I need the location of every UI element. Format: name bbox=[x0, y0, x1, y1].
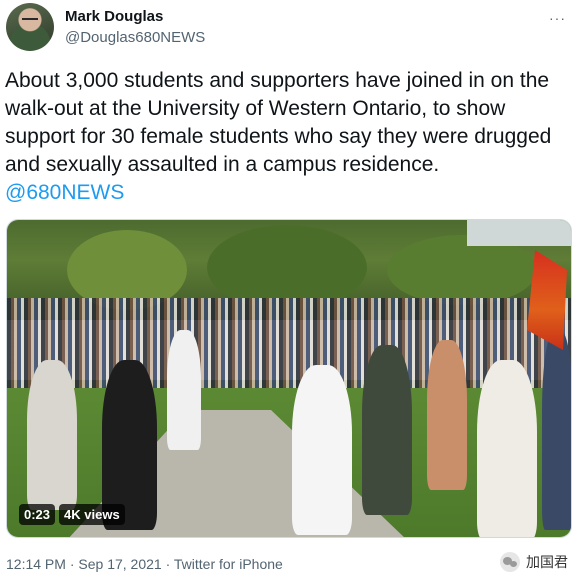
person bbox=[477, 360, 537, 537]
avatar[interactable] bbox=[6, 3, 54, 51]
person bbox=[427, 340, 467, 490]
person bbox=[542, 330, 571, 530]
separator: · bbox=[69, 556, 75, 572]
person bbox=[292, 365, 352, 535]
person bbox=[27, 360, 77, 510]
mention-link[interactable]: @680NEWS bbox=[5, 181, 124, 204]
tweet-date[interactable]: Sep 17, 2021 bbox=[78, 556, 161, 572]
video-player[interactable]: 0:23 4K views bbox=[6, 219, 572, 538]
person bbox=[362, 345, 412, 515]
wechat-icon bbox=[500, 552, 520, 572]
tweet-header: Mark Douglas @Douglas680NEWS ··· bbox=[6, 3, 572, 53]
tweet-footer: 12:14 PM · Sep 17, 2021 · Twitter for iP… bbox=[6, 556, 283, 572]
sky bbox=[467, 220, 571, 246]
tweet-text: About 3,000 students and supporters have… bbox=[5, 67, 571, 207]
tweet-body: About 3,000 students and supporters have… bbox=[5, 69, 552, 176]
watermark-label: 加国君 bbox=[526, 554, 568, 570]
video-duration: 0:23 bbox=[19, 504, 56, 525]
separator: · bbox=[165, 556, 171, 572]
person bbox=[167, 330, 201, 450]
author-name[interactable]: Mark Douglas bbox=[65, 8, 163, 25]
video-views: 4K views bbox=[59, 504, 125, 525]
tweet-time[interactable]: 12:14 PM bbox=[6, 556, 66, 572]
watermark: 加国君 bbox=[500, 552, 568, 572]
author-handle[interactable]: @Douglas680NEWS bbox=[65, 29, 205, 46]
video-overlay: 0:23 4K views bbox=[19, 504, 125, 525]
more-horizontal-icon[interactable]: ··· bbox=[549, 10, 566, 26]
tweet-source[interactable]: Twitter for iPhone bbox=[174, 556, 283, 572]
video-frame bbox=[7, 220, 571, 537]
avatar-glasses bbox=[22, 18, 38, 22]
